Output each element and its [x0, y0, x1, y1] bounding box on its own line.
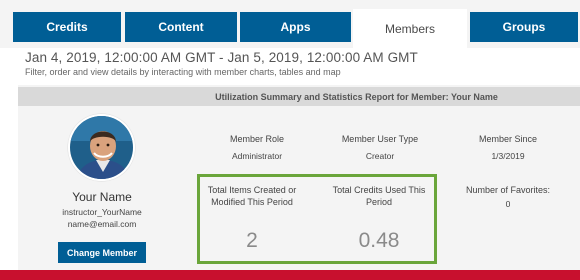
tab-groups[interactable]: Groups: [470, 12, 578, 42]
member-role-value: Administrator: [231, 151, 283, 161]
date-range: Jan 4, 2019, 12:00:00 AM GMT - Jan 5, 20…: [25, 50, 418, 65]
member-username: instructor_YourName: [62, 207, 142, 217]
tab-content[interactable]: Content: [125, 12, 237, 42]
tab-bar: Credits Content Apps Members Groups: [0, 0, 580, 48]
bottom-accent-bar: [0, 270, 580, 280]
report-title: Utilization Summary and Statistics Repor…: [215, 91, 498, 102]
tab-apps[interactable]: Apps: [240, 12, 351, 42]
member-since-label: Member Since: [478, 134, 538, 144]
favorites-value: 0: [505, 199, 511, 209]
avatar: [68, 114, 135, 181]
member-since-value: 1/3/2019: [491, 151, 525, 161]
member-name: Your Name: [72, 190, 132, 204]
tab-credits[interactable]: Credits: [13, 12, 121, 42]
member-role-label: Member Role: [229, 134, 285, 144]
tab-members[interactable]: Members: [353, 9, 467, 48]
change-member-button[interactable]: Change Member: [58, 242, 146, 263]
member-user-type-label: Member User Type: [341, 134, 419, 144]
highlight-box: [197, 174, 437, 264]
report-title-bar: Utilization Summary and Statistics Repor…: [18, 87, 580, 106]
favorites-label: Number of Favorites:: [465, 185, 551, 195]
member-user-type-value: Creator: [365, 151, 395, 161]
page-subtitle: Filter, order and view details by intera…: [25, 67, 341, 77]
member-email: name@email.com: [67, 219, 137, 229]
